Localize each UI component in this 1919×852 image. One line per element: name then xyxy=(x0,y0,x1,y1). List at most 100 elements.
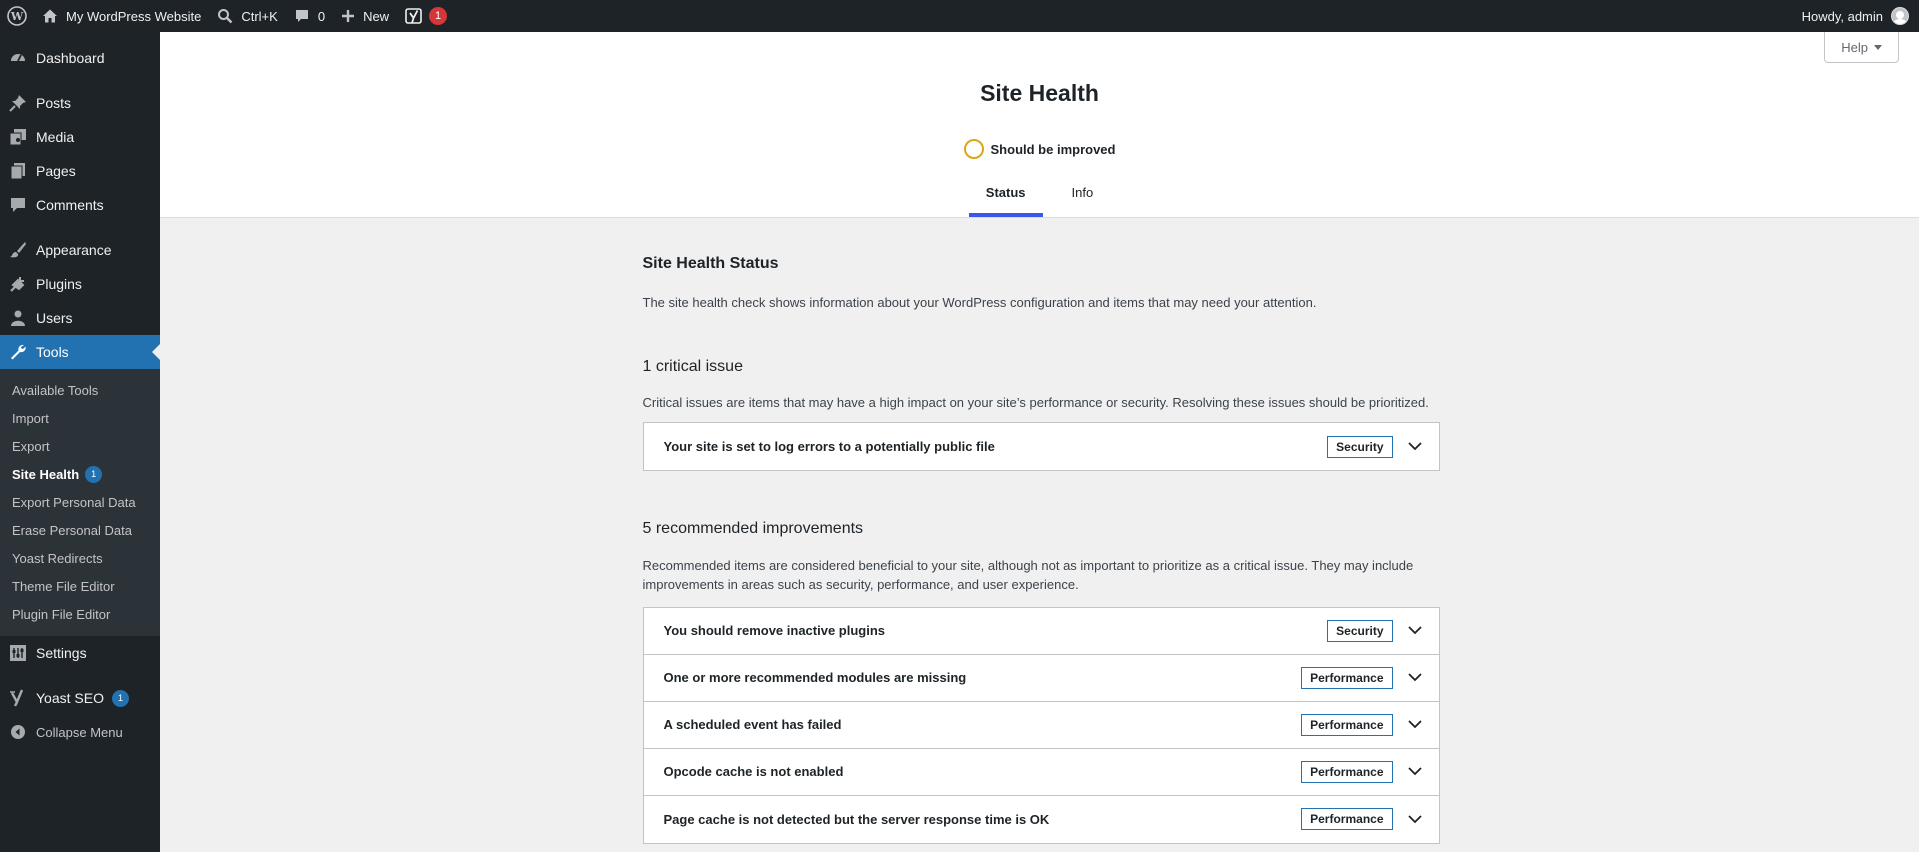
issue-row[interactable]: You should remove inactive plugins Secur… xyxy=(643,608,1439,655)
menu-item-label: Yoast SEO xyxy=(36,690,104,706)
tab-info[interactable]: Info xyxy=(1055,177,1111,217)
issue-label: Page cache is not detected but the serve… xyxy=(663,811,1050,827)
greeting: Howdy, admin xyxy=(1801,8,1883,24)
chevron-down-icon[interactable] xyxy=(1407,717,1423,733)
yoast-notification-count: 1 xyxy=(429,7,448,25)
issue-label: A scheduled event has failed xyxy=(663,717,842,733)
new-content-button[interactable]: New xyxy=(333,0,397,32)
chevron-down-icon[interactable] xyxy=(1407,670,1423,686)
submenu-item-plugin-file-editor[interactable]: Plugin File Editor xyxy=(0,600,160,628)
submenu-item-yoast-redirects[interactable]: Yoast Redirects xyxy=(0,544,160,572)
pin-icon xyxy=(8,93,28,113)
chevron-down-icon[interactable] xyxy=(1407,439,1423,455)
help-label: Help xyxy=(1841,39,1868,55)
submenu-item-export[interactable]: Export xyxy=(0,432,160,460)
menu-item-label: Posts xyxy=(36,95,72,111)
menu-item-tools[interactable]: Tools xyxy=(0,335,160,369)
menu-item-label: Appearance xyxy=(36,242,112,258)
submenu-item-available-tools[interactable]: Available Tools xyxy=(0,376,160,404)
home-icon xyxy=(42,8,58,24)
site-health-header: Help Site Health Should be improved Stat… xyxy=(160,32,1919,218)
submenu-item-erase-personal-data[interactable]: Erase Personal Data xyxy=(0,516,160,544)
menu-item-label: Media xyxy=(36,129,75,145)
pages-icon xyxy=(8,161,28,181)
issue-label: Your site is set to log errors to a pote… xyxy=(663,439,995,454)
submenu-item-theme-file-editor[interactable]: Theme File Editor xyxy=(0,572,160,600)
admin-sidebar: Dashboard Posts Media Pages Comments App… xyxy=(0,32,160,852)
dashboard-icon xyxy=(8,48,28,68)
collapse-icon xyxy=(8,722,28,742)
issue-badge: Performance xyxy=(1301,760,1393,783)
section-description: The site health check shows information … xyxy=(642,295,1317,310)
user-icon xyxy=(8,308,28,328)
issue-row[interactable]: Page cache is not detected but the serve… xyxy=(644,796,1439,843)
svg-text:W: W xyxy=(10,10,24,23)
recommended-issues-list: You should remove inactive plugins Secur… xyxy=(642,606,1440,844)
yoast-icon xyxy=(405,7,423,25)
chevron-down-icon[interactable] xyxy=(1407,811,1423,827)
submenu-label: Erase Personal Data xyxy=(12,522,132,538)
site-health-count: 1 xyxy=(85,465,103,483)
recommended-desc-line1: Recommended items are considered benefic… xyxy=(642,558,1414,573)
issue-label: You should remove inactive plugins xyxy=(663,623,886,639)
menu-item-comments[interactable]: Comments xyxy=(0,188,160,222)
issue-row[interactable]: Your site is set to log errors to a pote… xyxy=(644,423,1439,470)
menu-item-label: Collapse Menu xyxy=(36,724,123,740)
submenu-label: Site Health xyxy=(12,466,80,482)
menu-item-posts[interactable]: Posts xyxy=(0,86,160,120)
yoast-adminbar-menu[interactable]: 1 xyxy=(397,0,455,32)
menu-item-plugins[interactable]: Plugins xyxy=(0,267,160,301)
submenu-label: Import xyxy=(12,410,49,426)
menu-item-users[interactable]: Users xyxy=(0,301,160,335)
health-status-label: Should be improved xyxy=(990,141,1116,157)
tab-label: Status xyxy=(985,185,1026,200)
submenu-item-export-personal-data[interactable]: Export Personal Data xyxy=(0,488,160,516)
recommended-desc-line2: improvements in areas such as security, … xyxy=(642,576,1079,592)
issue-badge: Security xyxy=(1327,435,1393,458)
recommended-description: Recommended items are considered benefic… xyxy=(643,557,1440,595)
menu-item-pages[interactable]: Pages xyxy=(0,154,160,188)
critical-issues-heading: 1 critical issue xyxy=(642,358,743,375)
site-name-link[interactable]: My WordPress Website xyxy=(34,0,209,32)
issue-badge: Performance xyxy=(1301,713,1393,736)
menu-item-appearance[interactable]: Appearance xyxy=(0,233,160,267)
site-name: My WordPress Website xyxy=(66,8,202,24)
issue-row[interactable]: A scheduled event has failed Performance xyxy=(643,702,1439,749)
menu-item-yoast-seo[interactable]: Yoast SEO 1 xyxy=(0,681,160,715)
menu-item-settings[interactable]: Settings xyxy=(0,636,160,670)
section-title: Site Health Status xyxy=(642,255,779,272)
chevron-down-icon[interactable] xyxy=(1407,764,1423,780)
submenu-item-import[interactable]: Import xyxy=(0,404,160,432)
chevron-down-icon[interactable] xyxy=(1407,623,1423,639)
health-tabs: Status Info xyxy=(160,177,1919,217)
critical-issues-description: Critical issues are items that may have … xyxy=(642,395,1429,410)
issue-badge: Performance xyxy=(1301,666,1393,689)
menu-item-label: Plugins xyxy=(36,276,82,292)
wordpress-logo-icon[interactable]: W xyxy=(0,0,34,32)
progress-ring-icon xyxy=(963,139,984,159)
menu-item-label: Pages xyxy=(36,163,76,179)
my-account-menu[interactable]: Howdy, admin xyxy=(1794,0,1909,32)
menu-item-label: Users xyxy=(36,310,73,326)
menu-item-media[interactable]: Media xyxy=(0,120,160,154)
submenu-label: Plugin File Editor xyxy=(12,606,111,622)
yoast-seo-count: 1 xyxy=(111,689,129,707)
tab-status[interactable]: Status xyxy=(968,177,1043,217)
help-button[interactable]: Help xyxy=(1824,32,1899,63)
submenu-label: Available Tools xyxy=(12,382,99,398)
comments-count: 0 xyxy=(317,8,326,24)
tools-submenu: Available Tools Import Export Site Healt… xyxy=(0,369,160,636)
submenu-item-site-health[interactable]: Site Health 1 xyxy=(0,460,160,488)
page-title: Site Health xyxy=(980,80,1099,106)
critical-issues-list: Your site is set to log errors to a pote… xyxy=(642,422,1440,471)
menu-item-label: Comments xyxy=(36,197,104,213)
media-icon xyxy=(8,127,28,147)
comment-icon xyxy=(8,195,28,215)
comments-link[interactable]: 0 xyxy=(286,0,333,32)
issue-row[interactable]: Opcode cache is not enabled Performance xyxy=(643,749,1439,796)
command-palette-button[interactable]: Ctrl+K xyxy=(209,0,285,32)
menu-item-dashboard[interactable]: Dashboard xyxy=(0,41,160,75)
issue-row[interactable]: One or more recommended modules are miss… xyxy=(643,655,1439,702)
collapse-menu-button[interactable]: Collapse Menu xyxy=(0,715,160,749)
yoast-icon xyxy=(8,688,28,708)
